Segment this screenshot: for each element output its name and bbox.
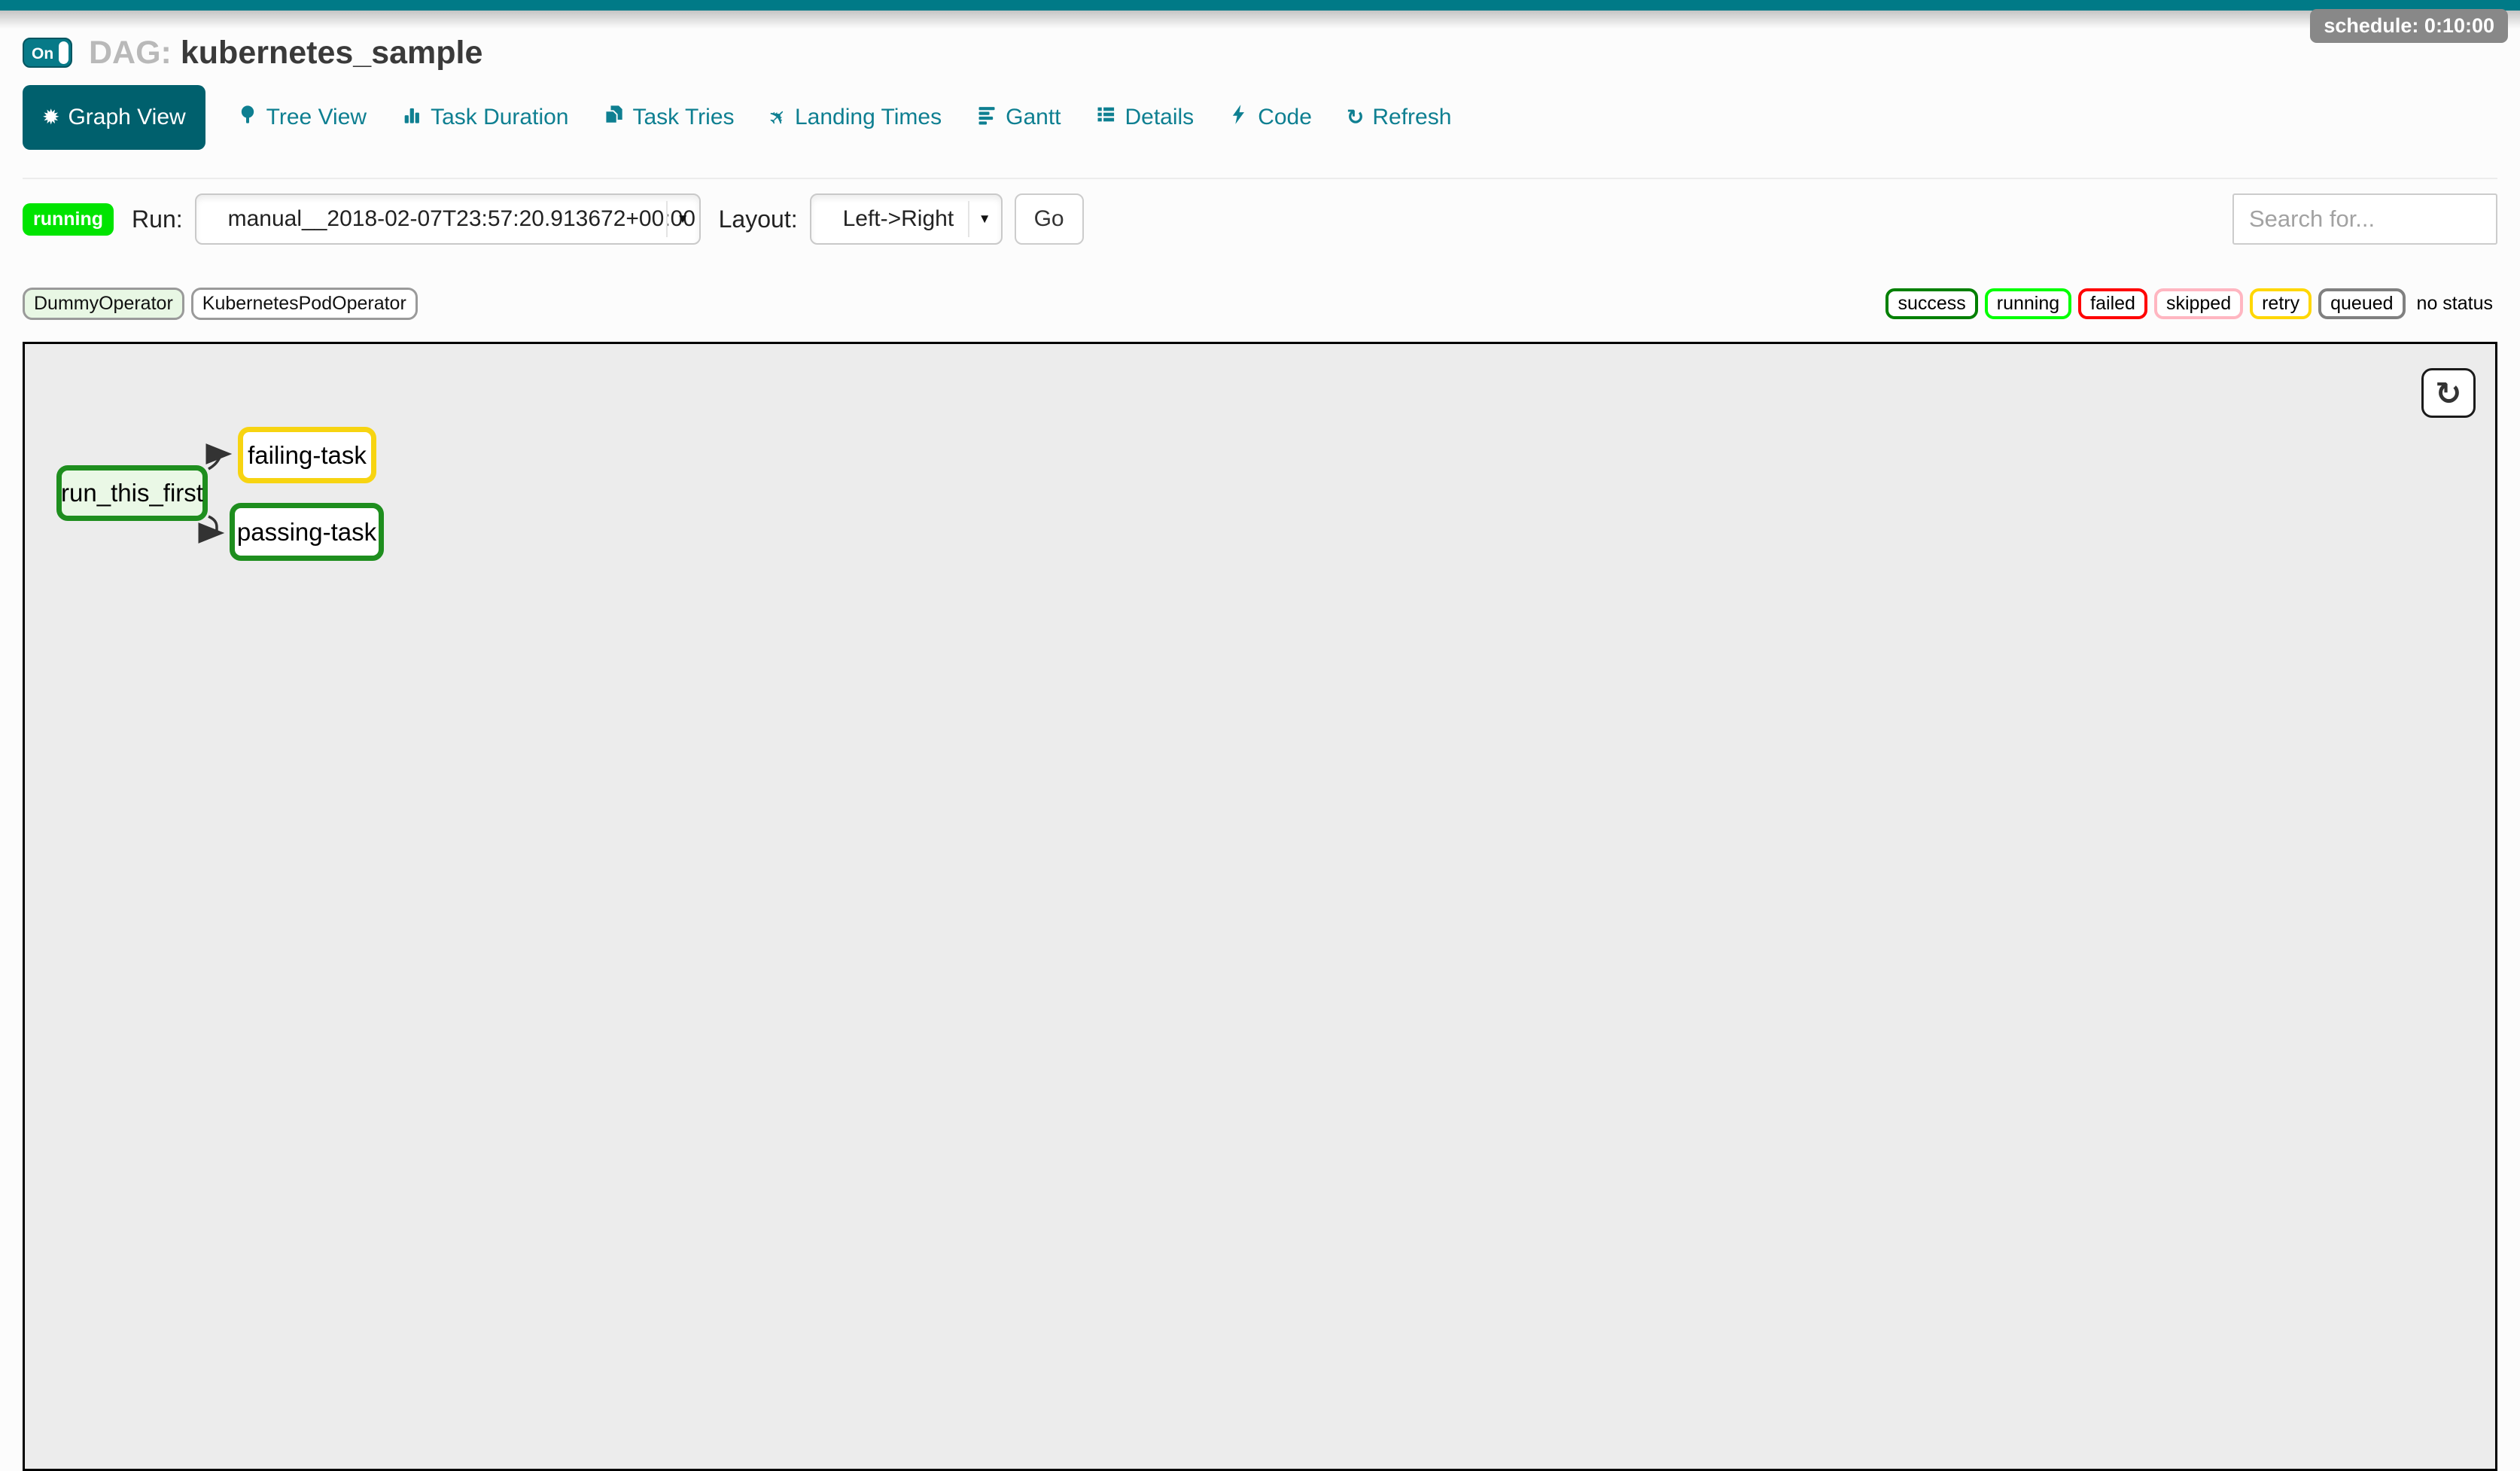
tab-label: Tree View: [266, 105, 367, 130]
divider: [23, 178, 2497, 179]
tab-label: Task Duration: [431, 105, 568, 130]
status-skipped: skipped: [2154, 288, 2243, 319]
tab-label: Task Tries: [632, 105, 734, 130]
list-icon: [1095, 104, 1116, 131]
tab-refresh[interactable]: ↻ Refresh: [1347, 105, 1452, 130]
copy-icon: [603, 104, 624, 131]
tab-gantt[interactable]: Gantt: [976, 104, 1061, 131]
top-bar-shadow: [0, 11, 2520, 29]
status-legend: success running failed skipped retry que…: [1885, 288, 2497, 319]
top-nav-bar: [0, 0, 2520, 11]
tab-task-tries[interactable]: Task Tries: [603, 104, 734, 131]
tab-task-duration[interactable]: Task Duration: [401, 104, 568, 131]
legend-row: DummyOperator KubernetesPodOperator succ…: [23, 288, 2497, 319]
dag-name: kubernetes_sample: [181, 35, 483, 71]
legend-operator-kubernetespod: KubernetesPodOperator: [191, 288, 418, 320]
toggle-on-label: On: [32, 45, 53, 63]
go-button[interactable]: Go: [1015, 193, 1084, 245]
status-retry: retry: [2250, 288, 2312, 319]
layout-label: Layout:: [719, 206, 798, 233]
tab-label: Gantt: [1006, 105, 1061, 130]
tree-icon: [237, 104, 258, 131]
status-queued: queued: [2318, 288, 2405, 319]
tab-details[interactable]: Details: [1095, 104, 1194, 131]
status-success: success: [1885, 288, 1977, 319]
search-input[interactable]: [2232, 193, 2497, 245]
graph-refresh-button[interactable]: ↻: [2421, 368, 2476, 418]
refresh-icon: ↻: [1347, 107, 1364, 128]
run-select[interactable]: manual__2018-02-07T23:57:20.913672+00:00…: [195, 193, 701, 245]
toggle-knob: [59, 41, 68, 64]
schedule-badge: schedule: 0:10:00: [2310, 9, 2508, 43]
layout-select[interactable]: Left->Right ▼: [810, 193, 1003, 245]
plane-icon: ✈: [764, 104, 791, 131]
page-title: DAG:kubernetes_sample: [89, 35, 482, 72]
dag-graph-canvas[interactable]: run_this_first failing-task passing-task…: [23, 342, 2497, 1471]
select-separator: [666, 201, 668, 237]
chevron-down-icon: ▼: [677, 212, 689, 227]
run-status-badge: running: [23, 203, 114, 236]
status-no-status: no status: [2412, 291, 2497, 316]
tab-label: Code: [1258, 105, 1312, 130]
tab-label: Refresh: [1372, 105, 1451, 130]
select-separator: [968, 201, 969, 237]
chevron-down-icon: ▼: [978, 212, 991, 227]
tab-tree-view[interactable]: Tree View: [237, 104, 367, 131]
tab-graph-view[interactable]: ✹ Graph View: [23, 85, 205, 150]
edge-run_this_first-to-passing-task: [208, 516, 221, 533]
layout-select-value: Left->Right: [811, 206, 954, 232]
status-failed: failed: [2078, 288, 2147, 319]
edge-run_this_first-to-failing-task: [208, 454, 228, 469]
sunburst-icon: ✹: [42, 107, 59, 128]
tab-landing-times[interactable]: ✈ Landing Times: [769, 105, 942, 130]
dag-prefix-label: DAG:: [89, 35, 172, 71]
dag-on-off-toggle[interactable]: On: [23, 38, 72, 68]
refresh-icon: ↻: [2435, 375, 2461, 412]
tab-label: Details: [1125, 105, 1194, 130]
tab-code[interactable]: Code: [1228, 104, 1312, 131]
task-node-passing-task[interactable]: passing-task: [230, 503, 384, 561]
tab-label: Landing Times: [795, 105, 942, 130]
align-left-icon: [976, 104, 997, 131]
view-tabs: ✹ Graph View Tree View Task Duration Tas…: [23, 84, 2497, 151]
tab-label: Graph View: [68, 105, 185, 130]
run-controls: running Run: manual__2018-02-07T23:57:20…: [23, 193, 2497, 245]
task-node-run_this_first[interactable]: run_this_first: [56, 465, 208, 521]
dag-header: On DAG:kubernetes_sample: [23, 32, 2497, 74]
task-node-failing-task[interactable]: failing-task: [238, 427, 376, 483]
bar-chart-icon: [401, 104, 422, 131]
status-running: running: [1985, 288, 2071, 319]
legend-operator-dummy: DummyOperator: [23, 288, 184, 320]
run-label: Run:: [132, 206, 183, 233]
bolt-icon: [1228, 104, 1249, 131]
run-select-value: manual__2018-02-07T23:57:20.913672+00:00: [196, 206, 695, 232]
